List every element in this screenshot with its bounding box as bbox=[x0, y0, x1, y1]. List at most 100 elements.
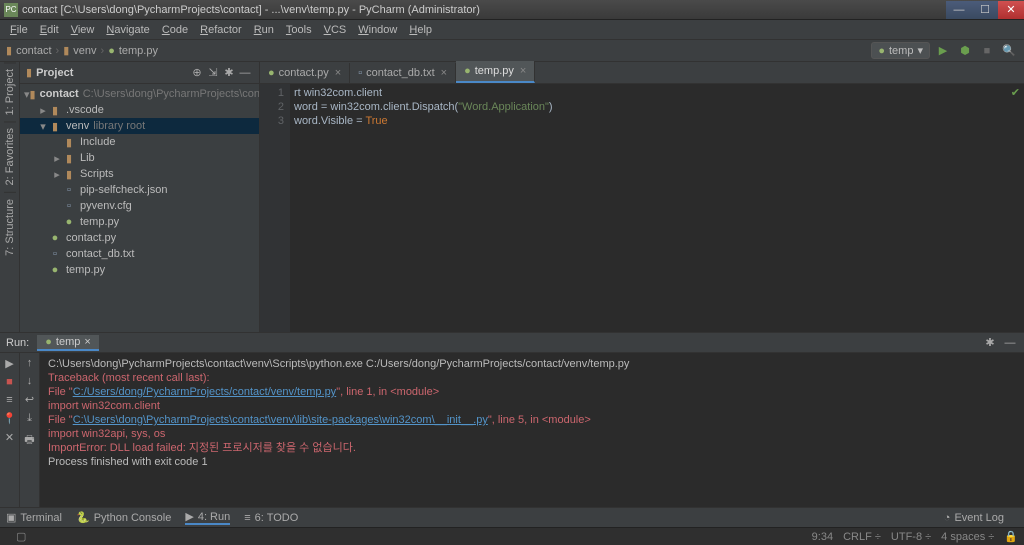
bottom-tool-todo[interactable]: ≡6: TODO bbox=[244, 512, 298, 524]
pin-icon[interactable]: 📍 bbox=[3, 412, 17, 425]
tree-node[interactable]: ▸▮Lib bbox=[20, 150, 259, 166]
close-tab-icon[interactable]: × bbox=[441, 67, 447, 79]
menu-window[interactable]: Window bbox=[352, 24, 403, 36]
event-log-icon: ◔ bbox=[944, 512, 951, 524]
status-tool-icon[interactable]: ▢ bbox=[16, 530, 26, 543]
tree-node[interactable]: ●temp.py bbox=[20, 214, 259, 230]
tree-node[interactable]: ●contact.py bbox=[20, 230, 259, 246]
tree-node[interactable]: ▫contact_db.txt bbox=[20, 246, 259, 262]
stop-button[interactable]: ■ bbox=[978, 42, 996, 60]
editor-pane: ●contact.py×▫contact_db.txt×●temp.py× 12… bbox=[260, 62, 1024, 332]
tree-node[interactable]: ▾▮venvlibrary root bbox=[20, 118, 259, 134]
traceback-link[interactable]: C:/Users/dong/PycharmProjects/contact/ve… bbox=[73, 386, 337, 398]
menu-vcs[interactable]: VCS bbox=[318, 24, 353, 36]
run-tab[interactable]: ● temp × bbox=[37, 335, 99, 351]
tree-node[interactable]: ▫pip-selfcheck.json bbox=[20, 182, 259, 198]
menu-run[interactable]: Run bbox=[248, 24, 280, 36]
line-gutter: 123 bbox=[260, 84, 290, 332]
close-tab-icon[interactable]: × bbox=[520, 65, 526, 77]
breadcrumb[interactable]: ▮venv › bbox=[63, 44, 104, 57]
settings-icon[interactable]: ✱ bbox=[221, 66, 237, 79]
run-hide-icon[interactable]: — bbox=[1002, 337, 1018, 349]
project-pane-title: Project bbox=[36, 67, 189, 79]
run-button[interactable]: ▶ bbox=[934, 42, 952, 60]
tree-node[interactable]: ▸▮Scripts bbox=[20, 166, 259, 182]
breadcrumb[interactable]: ▮contact › bbox=[6, 44, 59, 57]
tree-node[interactable]: ▫pyvenv.cfg bbox=[20, 198, 259, 214]
window-title: contact [C:\Users\dong\PycharmProjects\c… bbox=[22, 4, 946, 16]
bottom-tool-terminal[interactable]: ▣Terminal bbox=[6, 511, 62, 524]
menu-navigate[interactable]: Navigate bbox=[100, 24, 155, 36]
indent-setting[interactable]: 4 spaces ÷ bbox=[941, 531, 994, 543]
code-editor[interactable]: 123 rt win32com.client word = win32com.c… bbox=[260, 84, 1024, 332]
menu-tools[interactable]: Tools bbox=[280, 24, 318, 36]
up-icon[interactable]: ↑ bbox=[27, 357, 33, 369]
down-icon[interactable]: ↓ bbox=[27, 375, 33, 387]
window-titlebar: PC contact [C:\Users\dong\PycharmProject… bbox=[0, 0, 1024, 20]
navigation-bar: ▮contact › ▮venv › ●temp.py ● temp ▾ ▶ ⬢ ■… bbox=[0, 40, 1024, 62]
print-icon[interactable]: 🖶 bbox=[24, 431, 34, 450]
stop-icon[interactable]: ■ bbox=[6, 376, 13, 388]
side-tab[interactable]: 1: Project bbox=[4, 62, 16, 121]
caret-position[interactable]: 9:34 bbox=[812, 531, 833, 543]
menu-edit[interactable]: Edit bbox=[34, 24, 65, 36]
line-separator[interactable]: CRLF ÷ bbox=[843, 531, 881, 543]
python-icon: ● bbox=[878, 45, 885, 57]
inspection-ok-icon: ✔ bbox=[1011, 86, 1020, 99]
maximize-button[interactable]: ☐ bbox=[972, 1, 998, 19]
dropdown-icon: ▾ bbox=[917, 44, 923, 57]
tree-root[interactable]: ▾ ▮ contact C:\Users\dong\PycharmProject… bbox=[20, 86, 259, 102]
run-label: Run: bbox=[6, 337, 29, 349]
editor-tab[interactable]: ▫contact_db.txt× bbox=[350, 63, 456, 83]
event-log-button[interactable]: ◔ Event Log bbox=[944, 512, 1004, 524]
tree-node[interactable]: ▮Include bbox=[20, 134, 259, 150]
search-everywhere-button[interactable]: 🔍 bbox=[1000, 42, 1018, 60]
editor-tabs: ●contact.py×▫contact_db.txt×●temp.py× bbox=[260, 62, 1024, 84]
tree-node[interactable]: ▸▮.vscode bbox=[20, 102, 259, 118]
bottom-tool-run[interactable]: ▶4: Run bbox=[185, 510, 230, 525]
bottom-tool-pythonconsole[interactable]: 🐍Python Console bbox=[76, 511, 171, 524]
python-icon: ● bbox=[45, 336, 52, 348]
close-tab-icon[interactable]: × bbox=[84, 336, 90, 348]
menu-code[interactable]: Code bbox=[156, 24, 194, 36]
close-button[interactable]: ✕ bbox=[998, 1, 1024, 19]
editor-tab[interactable]: ●temp.py× bbox=[456, 61, 535, 83]
run-settings-icon[interactable]: ✱ bbox=[982, 336, 998, 349]
close-icon[interactable]: ✕ bbox=[5, 431, 14, 444]
run-config-name: temp bbox=[889, 45, 913, 57]
traceback-link[interactable]: C:\Users\dong\PycharmProjects\contact\ve… bbox=[73, 414, 488, 426]
rerun-icon[interactable]: ▶ bbox=[5, 357, 13, 370]
wrap-icon[interactable]: ↩ bbox=[25, 393, 34, 406]
run-toolbar-primary: ▶ ■ ≡ 📍 ✕ bbox=[0, 353, 20, 507]
app-icon: PC bbox=[4, 3, 18, 17]
collapse-all-icon[interactable]: ⇲ bbox=[205, 66, 221, 79]
editor-tab[interactable]: ●contact.py× bbox=[260, 63, 350, 83]
run-tool-window: Run: ● temp × ✱ — ▶ ■ ≡ 📍 ✕ ↑ ↓ ↩ ⤓ 🖶 C:… bbox=[0, 332, 1024, 507]
minimize-button[interactable]: — bbox=[946, 1, 972, 19]
status-bar: ▢ 9:34 CRLF ÷ UTF-8 ÷ 4 spaces ÷ 🔒 bbox=[0, 527, 1024, 545]
file-encoding[interactable]: UTF-8 ÷ bbox=[891, 531, 931, 543]
scroll-from-source-icon[interactable]: ⊕ bbox=[189, 66, 205, 79]
layout-icon[interactable]: ≡ bbox=[6, 394, 12, 406]
run-toolbar-secondary: ↑ ↓ ↩ ⤓ 🖶 bbox=[20, 353, 40, 507]
side-tab[interactable]: 2: Favorites bbox=[4, 121, 16, 191]
menu-help[interactable]: Help bbox=[403, 24, 438, 36]
scroll-icon[interactable]: ⤓ bbox=[27, 412, 32, 425]
folder-icon: ▮ bbox=[26, 66, 32, 79]
menu-bar: FileEditViewNavigateCodeRefactorRunTools… bbox=[0, 20, 1024, 40]
close-tab-icon[interactable]: × bbox=[335, 67, 341, 79]
tree-node[interactable]: ●temp.py bbox=[20, 262, 259, 278]
project-tool-window: ▮ Project ⊕ ⇲ ✱ — ▾ ▮ contact C:\Users\d… bbox=[20, 62, 260, 332]
side-tab[interactable]: 7: Structure bbox=[4, 192, 16, 262]
menu-view[interactable]: View bbox=[65, 24, 101, 36]
menu-file[interactable]: File bbox=[4, 24, 34, 36]
run-console[interactable]: C:\Users\dong\PycharmProjects\contact\ve… bbox=[40, 353, 1024, 507]
readonly-lock-icon[interactable]: 🔒 bbox=[1004, 530, 1018, 543]
run-config-selector[interactable]: ● temp ▾ bbox=[871, 42, 930, 59]
breadcrumb[interactable]: ●temp.py bbox=[108, 45, 158, 57]
hide-icon[interactable]: — bbox=[237, 67, 253, 79]
debug-button[interactable]: ⬢ bbox=[956, 42, 974, 60]
bottom-tool-stripe: ▣Terminal🐍Python Console▶4: Run≡6: TODO … bbox=[0, 507, 1024, 527]
menu-refactor[interactable]: Refactor bbox=[194, 24, 248, 36]
project-tree[interactable]: ▾ ▮ contact C:\Users\dong\PycharmProject… bbox=[20, 84, 259, 332]
